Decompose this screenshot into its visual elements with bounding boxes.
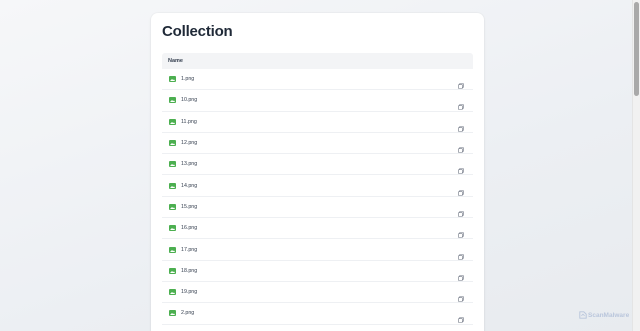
file-table: Name 1.png 10.png 11.png 12.png 13.png 14.png… [162,53,473,325]
table-row[interactable]: 11.png [162,112,473,133]
image-file-icon [169,203,176,210]
table-row[interactable]: 19.png [162,282,473,304]
image-file-icon [169,225,176,232]
copy-icon[interactable] [458,247,464,260]
copy-icon[interactable] [458,204,464,217]
table-row[interactable]: 1.png [162,69,473,91]
image-file-icon [169,76,176,83]
page-scrollbar[interactable] [632,0,640,331]
copy-icon[interactable] [458,140,464,153]
file-name-link[interactable]: 1.png [181,76,194,82]
file-name-link[interactable]: 19.png [181,289,197,295]
copy-icon[interactable] [458,225,464,239]
table-row[interactable]: 12.png [162,133,473,155]
table-row[interactable]: 16.png [162,218,473,240]
table-row[interactable]: 13.png [162,154,473,176]
table-row[interactable]: 15.png [162,197,473,219]
file-name-link[interactable]: 18.png [181,268,197,274]
copy-icon[interactable] [458,183,464,196]
copy-icon[interactable] [458,310,464,324]
image-file-icon [169,182,176,189]
file-name-link[interactable]: 17.png [181,247,197,253]
scanmalware-logo-icon [579,311,587,319]
collection-card: Collection Name 1.png 10.png 11.png 12.png 1… [151,13,484,331]
table-row[interactable]: 10.png [162,90,473,112]
table-row[interactable]: 14.png [162,175,473,197]
image-file-icon [169,118,176,125]
scanmalware-watermark: ScanMalware [579,311,629,319]
file-name-link[interactable]: 13.png [181,161,197,167]
image-file-icon [169,267,176,274]
copy-icon[interactable] [458,97,464,111]
image-file-icon [169,246,176,253]
copy-icon[interactable] [458,119,464,132]
file-name-link[interactable]: 16.png [181,225,197,231]
file-name-link[interactable]: 12.png [181,140,197,146]
image-file-icon [169,289,176,296]
table-row[interactable]: 2.png [162,303,473,325]
scrollbar-thumb[interactable] [634,2,639,96]
watermark-text: ScanMalware [588,311,630,319]
file-name-link[interactable]: 15.png [181,204,197,210]
image-file-icon [169,310,176,317]
file-name-link[interactable]: 2.png [181,310,194,316]
copy-icon[interactable] [458,161,464,175]
image-file-icon [169,97,176,104]
file-name-link[interactable]: 11.png [181,119,197,125]
file-name-link[interactable]: 10.png [181,97,197,103]
table-body: 1.png 10.png 11.png 12.png 13.png 14.png 15.pn… [162,69,473,325]
copy-icon[interactable] [458,76,464,89]
image-file-icon [169,140,176,147]
table-header-name: Name [162,53,473,69]
page-title: Collection [162,23,233,40]
file-name-link[interactable]: 14.png [181,183,197,189]
table-row[interactable]: 18.png [162,261,473,282]
table-row[interactable]: 17.png [162,239,473,261]
copy-icon[interactable] [458,289,464,302]
image-file-icon [169,161,176,168]
copy-icon[interactable] [458,268,464,281]
